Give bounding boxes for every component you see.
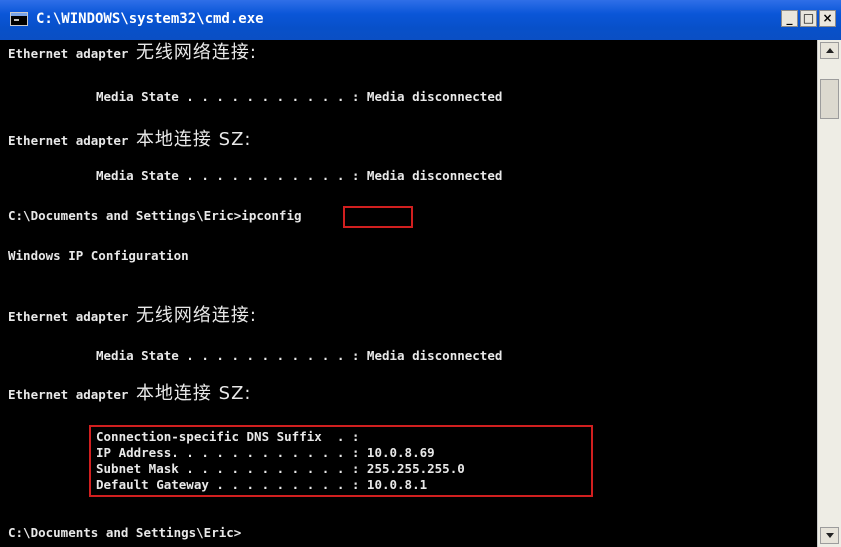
scroll-up-arrow[interactable] [820, 42, 839, 59]
adapter-name: 无线网络连接: [135, 305, 258, 326]
scroll-down-arrow[interactable] [820, 527, 839, 544]
adapter-label: Ethernet adapter [8, 309, 136, 324]
adapter-name: 本地连接 SZ: [135, 129, 252, 150]
console-line: Ethernet adapter 本地连接 SZ: [8, 130, 251, 151]
ip-info-highlight-box [89, 425, 593, 497]
maximize-button[interactable]: □ [800, 10, 817, 27]
console-line: Windows IP Configuration [8, 248, 189, 263]
console-line: Media State . . . . . . . . . . . : Medi… [96, 89, 503, 104]
prompt: C:\Documents and Settings\Eric> [8, 208, 242, 223]
console-line: Ethernet adapter 无线网络连接: [8, 306, 257, 327]
console-line: Ethernet adapter 无线网络连接: [8, 43, 257, 64]
adapter-name: 无线网络连接: [135, 42, 258, 63]
minimize-button[interactable]: _ [781, 10, 798, 27]
console-line: C:\Documents and Settings\Eric>ipconfig [8, 206, 302, 226]
adapter-name: 本地连接 SZ: [135, 383, 252, 404]
adapter-label: Ethernet adapter [8, 387, 136, 402]
adapter-label: Ethernet adapter [8, 46, 136, 61]
cmd-app-icon[interactable] [10, 12, 28, 26]
adapter-label: Ethernet adapter [8, 133, 136, 148]
console-line: C:\Documents and Settings\Eric> [8, 525, 242, 540]
close-button[interactable]: × [819, 10, 836, 27]
console-line: Media State . . . . . . . . . . . : Medi… [96, 348, 503, 363]
command-highlight-box [343, 206, 413, 228]
console-line: Media State . . . . . . . . . . . : Medi… [96, 168, 503, 183]
cmd-window: C:\WINDOWS\system32\cmd.exe _ □ × Ethern… [0, 0, 841, 547]
command-text: ipconfig [241, 208, 302, 223]
title-bar[interactable]: C:\WINDOWS\system32\cmd.exe _ □ × [0, 0, 841, 40]
console-output[interactable]: Ethernet adapter 无线网络连接: Media State . .… [0, 40, 817, 547]
window-title: C:\WINDOWS\system32\cmd.exe [36, 11, 264, 27]
scroll-thumb[interactable] [820, 79, 839, 119]
vertical-scrollbar[interactable] [817, 40, 841, 547]
console-line: Ethernet adapter 本地连接 SZ: [8, 384, 251, 405]
